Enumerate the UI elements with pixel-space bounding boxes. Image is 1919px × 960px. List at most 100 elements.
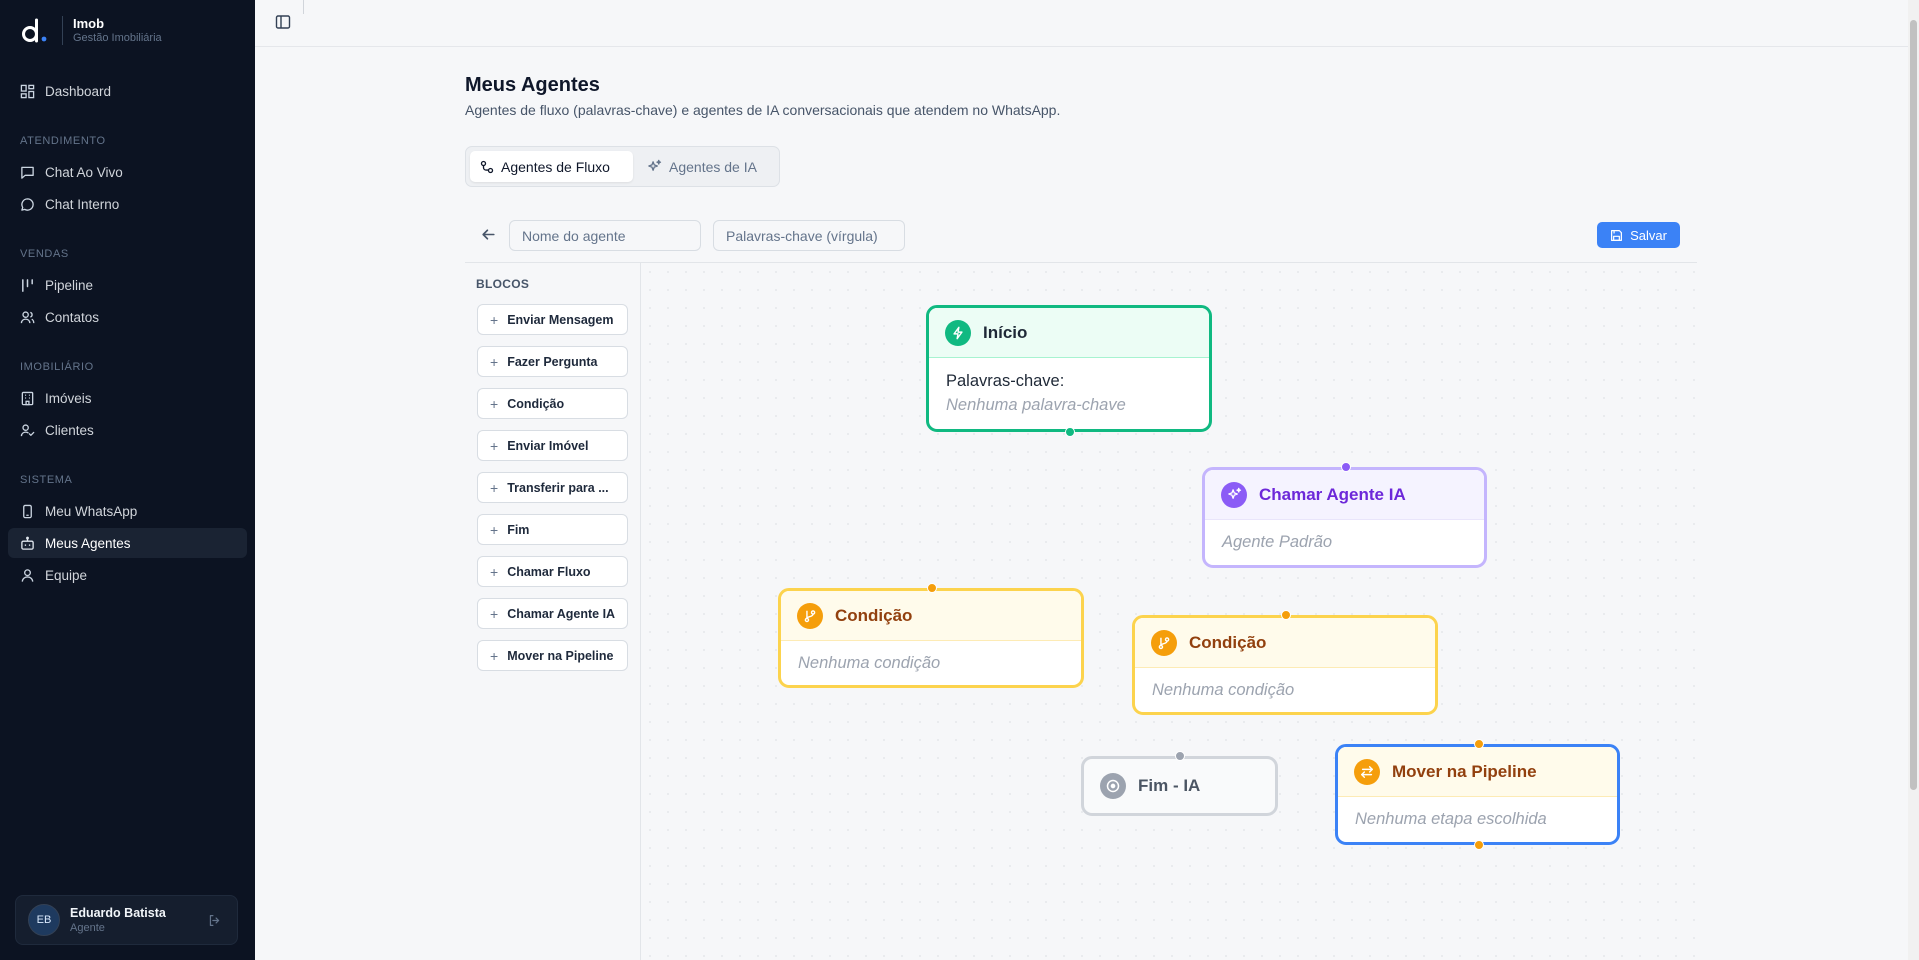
block-transferir[interactable]: + Transferir para ... [477, 472, 628, 503]
node-value-text: Agente Padrão [1222, 533, 1333, 551]
node-condicao[interactable]: Condição Nenhuma condição [778, 583, 1084, 688]
plus-icon: + [490, 353, 499, 370]
block-condicao[interactable]: + Condição [477, 388, 628, 419]
node-handle-in[interactable] [1175, 751, 1185, 761]
sidebar-item-meu-whatsapp[interactable]: Meu WhatsApp [8, 496, 247, 526]
node-title: Fim - IA [1138, 776, 1201, 795]
sidebar-item-clientes[interactable]: Clientes [8, 415, 247, 445]
node-handle-out[interactable] [1065, 427, 1075, 437]
flow-canvas[interactable]: Início Palavras-chave: Nenhuma palavra-c… [641, 263, 1697, 960]
sidebar-item-contatos[interactable]: Contatos [8, 302, 247, 332]
block-fazer-pergunta[interactable]: + Fazer Pergunta [477, 346, 628, 377]
node-mover-pipeline[interactable]: Mover na Pipeline Nenhuma etapa escolhid… [1335, 739, 1620, 850]
sidebar-item-label: Chat Interno [45, 196, 120, 212]
user-card[interactable]: EB Eduardo Batista Agente [15, 895, 238, 945]
node-title: Condição [1189, 632, 1267, 652]
block-enviar-mensagem[interactable]: + Enviar Mensagem [477, 304, 628, 335]
sidebar-item-label: Clientes [45, 422, 94, 438]
node-fim-ia[interactable]: Fim - IA [1081, 751, 1278, 816]
brand[interactable]: Imob Gestão Imobiliária [20, 16, 162, 45]
workflow-icon [480, 160, 494, 173]
sidebar: Imob Gestão Imobiliária Dashboard ATENDI… [0, 0, 255, 960]
tab-label: Agentes de Fluxo [501, 158, 610, 175]
block-chamar-agente-ia[interactable]: + Chamar Agente IA [477, 598, 628, 629]
block-label: Fazer Pergunta [507, 354, 598, 369]
node-handle-in[interactable] [927, 583, 937, 593]
user-check-icon [20, 423, 35, 436]
user-name: Eduardo Batista [70, 905, 166, 920]
logout-icon[interactable] [208, 914, 221, 927]
sidebar-item-equipe[interactable]: Equipe [8, 560, 247, 590]
plus-icon: + [490, 395, 499, 412]
node-empty-text: Nenhuma etapa escolhida [1355, 810, 1547, 828]
sidebar-item-label: Pipeline [45, 277, 94, 293]
node-empty-text: Nenhuma condição [1152, 681, 1295, 699]
sidebar-item-meus-agentes[interactable]: Meus Agentes [8, 528, 247, 558]
sidebar-item-chat-ao-vivo[interactable]: Chat Ao Vivo [8, 157, 247, 187]
message-square-icon [21, 166, 34, 179]
block-label: Chamar Agente IA [507, 606, 616, 621]
node-inicio[interactable]: Início Palavras-chave: Nenhuma palavra-c… [926, 305, 1212, 437]
message-circle-icon [21, 197, 34, 211]
tab-agentes-de-ia[interactable]: Agentes de IA [637, 151, 767, 182]
columns-icon [22, 278, 33, 292]
plus-icon: + [490, 479, 499, 496]
sidebar-item-label: Dashboard [45, 83, 112, 99]
sidebar-item-dashboard[interactable]: Dashboard [8, 76, 247, 106]
node-handle-out[interactable] [1474, 840, 1484, 850]
node-empty-text: Nenhuma condição [798, 654, 941, 672]
block-label: Enviar Imóvel [507, 438, 589, 453]
building-icon [21, 391, 34, 405]
d-logo [20, 17, 48, 45]
bot-icon [21, 536, 34, 550]
git-branch-icon [1151, 629, 1177, 656]
node-handle-in[interactable] [1474, 739, 1484, 749]
page-scrollbar[interactable] [1908, 0, 1919, 960]
node-title: Mover na Pipeline [1392, 761, 1537, 781]
block-mover-pipeline[interactable]: + Mover na Pipeline [477, 640, 628, 671]
tab-agentes-de-fluxo[interactable]: Agentes de Fluxo [470, 151, 633, 182]
sidebar-item-label: Meus Agentes [45, 535, 131, 551]
sidebar-item-label: Chat Ao Vivo [45, 164, 123, 180]
node-title: Condição [835, 605, 913, 625]
node-empty-text: Nenhuma palavra-chave [946, 396, 1126, 414]
node-handle-in[interactable] [1281, 610, 1291, 620]
node-condicao[interactable]: Condição Nenhuma condição [1132, 610, 1438, 715]
sidebar-item-label: Equipe [45, 567, 88, 583]
block-label: Mover na Pipeline [507, 648, 614, 663]
sparkles-icon [1221, 481, 1247, 508]
arrow-left-icon[interactable] [480, 226, 497, 243]
stop-circle-icon [1100, 773, 1126, 799]
block-chamar-fluxo[interactable]: + Chamar Fluxo [477, 556, 628, 587]
sidebar-item-pipeline[interactable]: Pipeline [8, 270, 247, 300]
topbar [255, 0, 1908, 47]
keywords-input[interactable] [713, 220, 905, 251]
smartphone-icon [23, 504, 32, 518]
layout-grid-icon [20, 84, 35, 98]
page-title: Meus Agentes [465, 74, 600, 96]
save-button-label: Salvar [1630, 227, 1667, 243]
node-handle-in[interactable] [1341, 462, 1351, 472]
sidebar-item-chat-interno[interactable]: Chat Interno [8, 189, 247, 219]
sidebar-item-label: Contatos [45, 309, 100, 325]
scroll-thumb[interactable] [1910, 20, 1917, 790]
block-fim[interactable]: + Fim [477, 514, 628, 545]
plus-icon: + [490, 563, 499, 580]
block-enviar-imovel[interactable]: + Enviar Imóvel [477, 430, 628, 461]
block-label: Fim [507, 522, 530, 537]
git-branch-icon [797, 602, 823, 629]
tab-label: Agentes de IA [669, 158, 757, 175]
user-icon [21, 568, 34, 582]
app-name: Imob [73, 16, 105, 31]
plus-icon: + [490, 437, 499, 454]
sidebar-toggle-icon[interactable] [275, 14, 291, 30]
zap-icon [945, 319, 971, 346]
block-label: Chamar Fluxo [507, 564, 591, 579]
section-sistema: SISTEMA [20, 474, 73, 486]
save-button[interactable]: Salvar [1597, 222, 1680, 248]
sidebar-item-imoveis[interactable]: Imóveis [8, 383, 247, 413]
avatar: EB [28, 904, 60, 936]
node-chamar-agente-ia[interactable]: Chamar Agente IA Agente Padrão [1202, 462, 1487, 568]
block-label: Enviar Mensagem [507, 312, 614, 327]
agent-name-input[interactable] [509, 220, 701, 251]
